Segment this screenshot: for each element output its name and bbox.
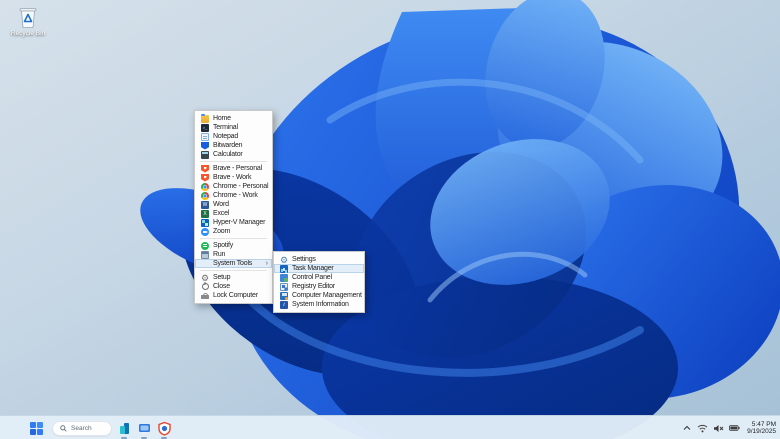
- monitor-app-icon: [137, 421, 152, 436]
- power-icon: [202, 283, 209, 290]
- chrome-icon: [201, 183, 209, 191]
- submenu-item-computer-management[interactable]: Computer Management: [274, 291, 364, 300]
- lock-icon: [201, 295, 209, 299]
- menu-item-setup[interactable]: ⚙Setup: [195, 273, 272, 282]
- gear-icon: ⚙: [201, 274, 209, 282]
- terminal-icon: [201, 124, 209, 132]
- task-manager-icon: [280, 265, 288, 273]
- word-icon: [201, 201, 209, 209]
- menu-item-bitwarden[interactable]: Bitwarden: [195, 141, 272, 150]
- menu-item-chrome-work[interactable]: Chrome - Work: [195, 191, 272, 200]
- menu-item-run[interactable]: Run: [195, 250, 272, 259]
- menu-item-spotify[interactable]: Spotify: [195, 241, 272, 250]
- menu-item-terminal[interactable]: Terminal: [195, 123, 272, 132]
- menu-item-system-tools[interactable]: System Tools›: [195, 259, 272, 268]
- search-icon: [60, 425, 67, 432]
- system-tray: 5:47 PM 9/19/2025: [681, 416, 778, 439]
- menu-item-brave-personal[interactable]: Brave - Personal: [195, 164, 272, 173]
- desktop: Recycle Bin Home Terminal Notepad Bitwar…: [0, 0, 780, 439]
- menu-item-brave-work[interactable]: Brave - Work: [195, 173, 272, 182]
- menu-item-lock-computer[interactable]: Lock Computer: [195, 291, 272, 300]
- calculator-icon: [201, 151, 209, 159]
- teal-buildings-app-icon: [117, 421, 132, 436]
- menu-item-chrome-personal[interactable]: Chrome - Personal: [195, 182, 272, 191]
- security-shield-app-icon: [157, 421, 172, 436]
- submenu-item-settings[interactable]: ⚙Settings: [274, 255, 364, 264]
- hidden-icons-chevron[interactable]: [681, 421, 692, 435]
- home-folder-icon: [201, 115, 209, 123]
- recycle-bin-label: Recycle Bin: [4, 30, 52, 37]
- spotify-icon: [201, 242, 209, 250]
- recycle-bin[interactable]: Recycle Bin: [4, 5, 52, 37]
- clock-time: 5:47 PM: [747, 421, 776, 429]
- pinned-app-1[interactable]: [113, 416, 135, 439]
- wifi-icon[interactable]: [697, 421, 708, 435]
- excel-icon: [201, 210, 209, 218]
- system-information-icon: [280, 301, 288, 309]
- zoom-icon: [201, 228, 209, 236]
- menu-item-home[interactable]: Home: [195, 114, 272, 123]
- wallpaper-bloom: [0, 0, 780, 439]
- recycle-bin-icon: [17, 5, 39, 29]
- menu-item-word[interactable]: Word: [195, 200, 272, 209]
- clock-date: 9/19/2025: [747, 428, 776, 436]
- registry-editor-icon: [280, 283, 288, 291]
- notepad-icon: [201, 133, 209, 141]
- brave-shield-icon: [201, 174, 209, 182]
- run-window-icon: [201, 251, 209, 259]
- menu-item-excel[interactable]: Excel: [195, 209, 272, 218]
- bitwarden-shield-icon: [201, 142, 209, 150]
- hyperv-icon: [201, 219, 209, 227]
- chrome-icon: [201, 192, 209, 200]
- system-tools-icon: [201, 260, 209, 268]
- menu-separator: [200, 270, 267, 271]
- settings-gear-icon: ⚙: [280, 256, 288, 264]
- submenu-item-system-information[interactable]: System Information: [274, 300, 364, 309]
- start-context-menu: Home Terminal Notepad Bitwarden Calculat…: [194, 110, 273, 304]
- brave-shield-icon: [201, 165, 209, 173]
- taskbar: Search: [0, 415, 780, 439]
- menu-item-zoom[interactable]: Zoom: [195, 227, 272, 236]
- pinned-app-2[interactable]: [133, 416, 155, 439]
- submenu-item-registry-editor[interactable]: Registry Editor: [274, 282, 364, 291]
- submenu-item-task-manager[interactable]: Task Manager: [274, 264, 364, 273]
- control-panel-icon: [280, 274, 288, 282]
- taskbar-clock[interactable]: 5:47 PM 9/19/2025: [745, 421, 776, 436]
- search-input[interactable]: Search: [52, 421, 112, 436]
- submenu-arrow-icon: ›: [266, 259, 268, 268]
- menu-item-hyperv-manager[interactable]: Hyper-V Manager: [195, 218, 272, 227]
- volume-muted-icon[interactable]: [713, 421, 724, 435]
- start-button[interactable]: [28, 420, 45, 436]
- computer-management-icon: [280, 292, 288, 300]
- menu-item-calculator[interactable]: Calculator: [195, 150, 272, 159]
- windows-logo-icon: [30, 422, 43, 435]
- pinned-app-3[interactable]: [153, 416, 175, 439]
- menu-item-notepad[interactable]: Notepad: [195, 132, 272, 141]
- menu-separator: [200, 238, 267, 239]
- submenu-item-control-panel[interactable]: Control Panel: [274, 273, 364, 282]
- battery-icon[interactable]: [729, 421, 740, 435]
- menu-separator: [200, 161, 267, 162]
- menu-item-close[interactable]: Close: [195, 282, 272, 291]
- system-tools-submenu: ⚙Settings Task Manager Control Panel Reg…: [273, 251, 365, 313]
- search-placeholder: Search: [71, 425, 92, 432]
